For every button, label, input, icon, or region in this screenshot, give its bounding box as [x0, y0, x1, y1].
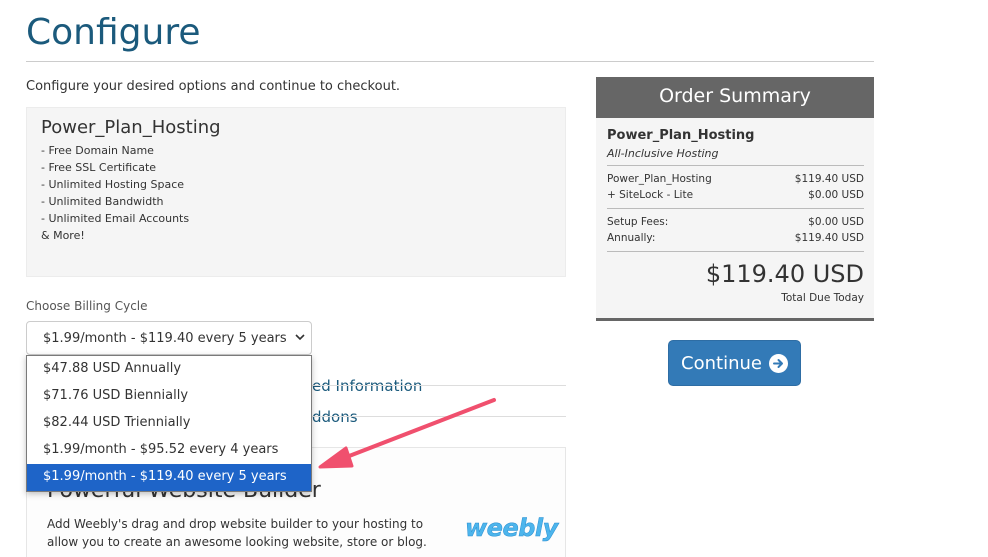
annotation-arrow-icon	[318, 398, 496, 469]
